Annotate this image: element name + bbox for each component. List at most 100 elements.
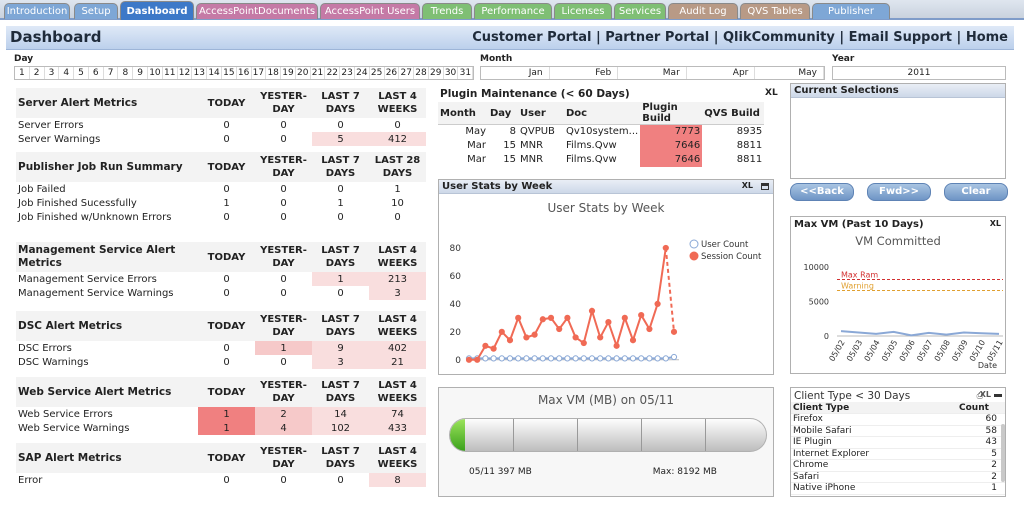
plugin-cell: QVPUB	[520, 126, 555, 138]
day-listbox[interactable]: 1 2 3 4 5 6 7 8 9 10 11 12 13 14 15 16 17 18 19 20 21 22 23 24 2…	[14, 66, 474, 80]
plugin-col-header[interactable]: Month	[438, 102, 488, 125]
xl-icon[interactable]: XL	[980, 390, 991, 399]
month-listbox[interactable]: Jan Feb Mar Apr May	[480, 66, 825, 80]
metric-title: Server Alert Metrics	[16, 88, 198, 118]
dashboard-header: Dashboard Customer Portal | Partner Port…	[6, 26, 1014, 50]
metric-row: Management Service Errors 0 0 1 213	[16, 272, 426, 286]
plugin-col-header[interactable]: QVS Build	[702, 102, 765, 125]
month-cell[interactable]: May	[755, 67, 824, 79]
page-title: Dashboard	[10, 28, 102, 46]
tab-trends[interactable]: Trends	[422, 3, 472, 19]
clear-button[interactable]: Clear	[944, 183, 1008, 201]
data-point	[621, 314, 628, 321]
day-cell[interactable]: 21	[311, 67, 326, 79]
forward-button[interactable]: Fwd>>	[867, 183, 931, 201]
day-cell[interactable]: 3	[45, 67, 60, 79]
day-cell[interactable]: 20	[296, 67, 311, 79]
gauge-tick	[641, 419, 642, 451]
day-cell[interactable]: 1	[15, 67, 30, 79]
tab-accesspointdocuments[interactable]: AccessPointDocuments	[196, 3, 318, 19]
month-cell[interactable]: Feb	[550, 67, 619, 79]
day-cell[interactable]: 28	[414, 67, 429, 79]
tab-audit-log[interactable]: Audit Log	[668, 3, 738, 19]
metric-value: 1	[198, 407, 255, 421]
data-point	[621, 355, 628, 362]
tab-dashboard[interactable]: Dashboard	[120, 1, 194, 20]
metric-row: Server Warnings 0 0 5 412	[16, 132, 426, 146]
metric-col-header: LAST 4 WEEKS	[369, 88, 426, 118]
day-cell[interactable]: 12	[178, 67, 193, 79]
plugin-col-header[interactable]: Doc	[564, 102, 641, 125]
xl-icon[interactable]: XL	[765, 88, 778, 98]
day-cell[interactable]: 16	[237, 67, 252, 79]
day-cell[interactable]: 26	[385, 67, 400, 79]
day-cell[interactable]: 6	[89, 67, 104, 79]
metric-col-header: LAST 7 DAYS	[312, 443, 369, 473]
xl-icon[interactable]: XL	[742, 181, 753, 190]
day-cell[interactable]: 10	[148, 67, 163, 79]
data-point	[580, 339, 587, 347]
day-cell[interactable]: 23	[340, 67, 355, 79]
y-tick-label: 0	[824, 332, 829, 341]
day-cell[interactable]: 31	[458, 67, 474, 79]
tab-introduction[interactable]: Introduction	[4, 3, 70, 19]
plugin-col-header[interactable]: User	[518, 102, 564, 125]
tab-setup[interactable]: Setup	[74, 3, 118, 19]
scrollbar[interactable]	[1001, 424, 1005, 482]
year-listbox[interactable]: 2011	[832, 66, 1006, 80]
day-cell[interactable]: 27	[399, 67, 415, 79]
tab-licenses[interactable]: Licenses	[554, 3, 612, 19]
day-cell[interactable]: 22	[325, 67, 341, 79]
metric-value: 3	[312, 355, 369, 369]
metric-value: 402	[369, 341, 426, 355]
xl-icon[interactable]: XL	[990, 219, 1001, 228]
day-cell[interactable]: 7	[104, 67, 119, 79]
day-cell[interactable]: 15	[222, 67, 237, 79]
metric-table: Web Service Alert Metrics TODAY YESTER- DA…	[16, 377, 426, 435]
back-button[interactable]: <<Back	[790, 183, 854, 201]
day-cell[interactable]: 8	[118, 67, 134, 79]
month-cell[interactable]: Apr	[687, 67, 756, 79]
day-cell[interactable]: 25	[370, 67, 385, 79]
plugin-col-header[interactable]: Plugin Build	[640, 102, 703, 125]
minimize-icon[interactable]	[994, 394, 1002, 397]
day-cell[interactable]: 29	[429, 67, 444, 79]
tab-qvs-tables[interactable]: QVS Tables	[740, 3, 810, 19]
plugin-col-header[interactable]: Day	[488, 102, 518, 125]
portal-links[interactable]: Customer Portal | Partner Portal | QlikC…	[472, 30, 1008, 45]
day-cell[interactable]: 2	[30, 67, 45, 79]
series-line-vm-committed	[840, 330, 1000, 337]
user-stats-chart: User Stats by Week 0 20 40 60 80 User Count Ses…	[450, 201, 762, 366]
day-cell[interactable]: 19	[281, 67, 296, 79]
metric-row-label: Management Service Errors	[18, 273, 157, 285]
data-point	[523, 334, 530, 341]
data-point	[613, 355, 620, 362]
day-label: Day	[14, 54, 34, 64]
day-cell[interactable]: 11	[163, 67, 178, 79]
year-value[interactable]: 2011	[833, 67, 1005, 79]
day-cell[interactable]: 17	[252, 67, 267, 79]
client-count: 43	[957, 436, 1005, 449]
maxvm-gauge	[449, 418, 767, 452]
data-point	[556, 355, 563, 362]
tab-performance[interactable]: Performance	[474, 3, 552, 19]
day-cell[interactable]: 4	[59, 67, 75, 79]
client-count: 60	[957, 413, 1005, 426]
day-cell[interactable]: 18	[266, 67, 282, 79]
day-cell[interactable]: 5	[74, 67, 89, 79]
month-cell[interactable]: Jan	[481, 67, 550, 79]
day-cell[interactable]: 13	[192, 67, 208, 79]
tab-accesspoint-users[interactable]: AccessPoint Users	[320, 3, 420, 19]
client-col-count[interactable]: Count	[957, 402, 1005, 414]
plugin-cell: Qv10system...	[566, 126, 639, 138]
data-point	[515, 355, 522, 362]
day-cell[interactable]: 24	[355, 67, 370, 79]
tab-services[interactable]: Services	[614, 3, 666, 19]
maximize-icon[interactable]	[761, 183, 769, 190]
day-cell[interactable]: 9	[133, 67, 149, 79]
tab-publisher[interactable]: Publisher	[812, 3, 890, 19]
client-col-type[interactable]: Client Type	[791, 402, 957, 414]
month-cell[interactable]: Mar	[618, 67, 687, 79]
day-cell[interactable]: 14	[207, 67, 222, 79]
day-cell[interactable]: 30	[444, 67, 459, 79]
